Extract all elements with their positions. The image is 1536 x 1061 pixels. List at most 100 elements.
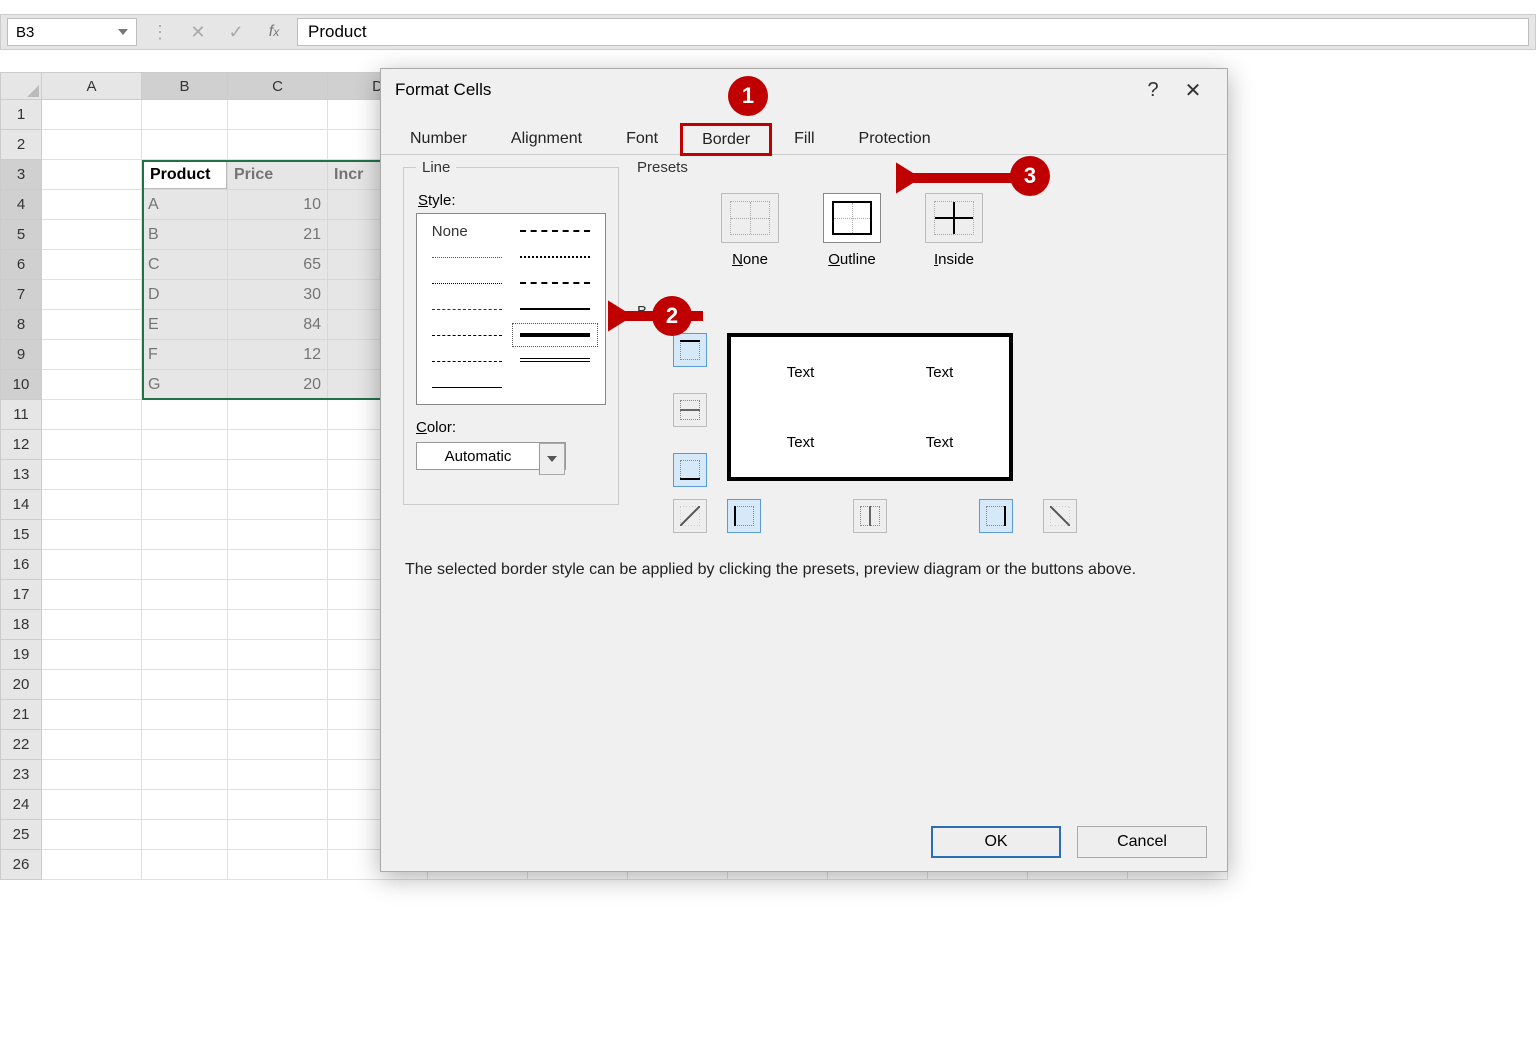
border-preview[interactable]: Text Text Text Text bbox=[727, 333, 1013, 481]
cell[interactable] bbox=[228, 790, 328, 820]
row-header[interactable]: 11 bbox=[0, 400, 42, 430]
line-style-list[interactable]: None bbox=[416, 213, 606, 405]
accept-formula-icon[interactable]: ✓ bbox=[221, 18, 251, 46]
line-style-slant[interactable] bbox=[511, 244, 599, 270]
tab-number[interactable]: Number bbox=[389, 123, 488, 154]
cell[interactable] bbox=[42, 460, 142, 490]
cell[interactable]: 12 bbox=[228, 340, 328, 370]
row-header[interactable]: 18 bbox=[0, 610, 42, 640]
border-diag-down-button[interactable] bbox=[1043, 499, 1077, 533]
line-style-dot[interactable] bbox=[423, 270, 511, 296]
row-header[interactable]: 21 bbox=[0, 700, 42, 730]
cell[interactable] bbox=[228, 100, 328, 130]
cell[interactable] bbox=[228, 550, 328, 580]
column-header-C[interactable]: C bbox=[228, 72, 328, 100]
help-icon[interactable]: ? bbox=[1133, 70, 1173, 110]
row-header[interactable]: 17 bbox=[0, 580, 42, 610]
cell[interactable] bbox=[142, 130, 228, 160]
cell[interactable] bbox=[42, 340, 142, 370]
border-left-button[interactable] bbox=[727, 499, 761, 533]
border-bottom-button[interactable] bbox=[673, 453, 707, 487]
row-header[interactable]: 2 bbox=[0, 130, 42, 160]
row-header[interactable]: 13 bbox=[0, 460, 42, 490]
cell[interactable] bbox=[42, 700, 142, 730]
row-header[interactable]: 6 bbox=[0, 250, 42, 280]
cell[interactable]: C bbox=[142, 250, 228, 280]
border-right-button[interactable] bbox=[979, 499, 1013, 533]
fx-icon[interactable]: fx bbox=[259, 18, 289, 46]
row-header[interactable]: 22 bbox=[0, 730, 42, 760]
preset-outline[interactable]: Outline bbox=[823, 193, 881, 268]
row-header[interactable]: 1 bbox=[0, 100, 42, 130]
cell[interactable] bbox=[142, 580, 228, 610]
chevron-down-icon[interactable] bbox=[539, 443, 565, 475]
expand-icon[interactable]: ⋮ bbox=[145, 18, 175, 46]
line-style-meddash[interactable] bbox=[511, 270, 599, 296]
cell[interactable] bbox=[228, 700, 328, 730]
cell[interactable] bbox=[42, 670, 142, 700]
cell[interactable] bbox=[228, 730, 328, 760]
cell[interactable]: 20 bbox=[228, 370, 328, 400]
cell[interactable] bbox=[42, 580, 142, 610]
tab-font[interactable]: Font bbox=[605, 123, 679, 154]
cell[interactable] bbox=[142, 400, 228, 430]
line-style-medium[interactable] bbox=[511, 296, 599, 322]
column-header-A[interactable]: A bbox=[42, 72, 142, 100]
row-header[interactable]: 10 bbox=[0, 370, 42, 400]
line-style-thin[interactable] bbox=[423, 374, 511, 400]
cell[interactable] bbox=[142, 700, 228, 730]
row-header[interactable]: 7 bbox=[0, 280, 42, 310]
cell[interactable] bbox=[42, 430, 142, 460]
row-header[interactable]: 24 bbox=[0, 790, 42, 820]
cell[interactable] bbox=[228, 520, 328, 550]
row-header[interactable]: 4 bbox=[0, 190, 42, 220]
cell[interactable] bbox=[42, 550, 142, 580]
cell[interactable] bbox=[42, 640, 142, 670]
formula-input[interactable]: Product bbox=[297, 18, 1529, 46]
cell[interactable] bbox=[142, 640, 228, 670]
cell[interactable] bbox=[228, 430, 328, 460]
cell[interactable] bbox=[142, 670, 228, 700]
line-style-dash[interactable] bbox=[423, 348, 511, 374]
row-header[interactable]: 8 bbox=[0, 310, 42, 340]
column-header-B[interactable]: B bbox=[142, 72, 228, 100]
cell[interactable] bbox=[142, 610, 228, 640]
cell[interactable] bbox=[42, 760, 142, 790]
cell[interactable] bbox=[42, 850, 142, 880]
tab-border[interactable]: Border bbox=[681, 124, 771, 155]
border-color-dropdown[interactable]: Automatic bbox=[416, 442, 566, 470]
cell[interactable] bbox=[42, 820, 142, 850]
cell[interactable]: D bbox=[142, 280, 228, 310]
cell[interactable]: 30 bbox=[228, 280, 328, 310]
cancel-button[interactable]: Cancel bbox=[1077, 826, 1207, 858]
cell[interactable] bbox=[228, 400, 328, 430]
name-box-dropdown-icon[interactable] bbox=[118, 29, 128, 35]
cell[interactable] bbox=[142, 100, 228, 130]
row-header[interactable]: 14 bbox=[0, 490, 42, 520]
row-header[interactable]: 3 bbox=[0, 160, 42, 190]
cell[interactable] bbox=[42, 790, 142, 820]
row-header[interactable]: 25 bbox=[0, 820, 42, 850]
cell[interactable] bbox=[142, 820, 228, 850]
cell[interactable]: 65 bbox=[228, 250, 328, 280]
cell[interactable] bbox=[142, 460, 228, 490]
cell[interactable] bbox=[42, 100, 142, 130]
row-header[interactable]: 23 bbox=[0, 760, 42, 790]
cell[interactable]: F bbox=[142, 340, 228, 370]
cell[interactable] bbox=[142, 850, 228, 880]
row-header[interactable]: 20 bbox=[0, 670, 42, 700]
border-hmiddle-button[interactable] bbox=[673, 393, 707, 427]
cell[interactable]: A bbox=[142, 190, 228, 220]
tab-fill[interactable]: Fill bbox=[773, 123, 835, 154]
ok-button[interactable]: OK bbox=[931, 826, 1061, 858]
cell[interactable]: Price bbox=[228, 160, 328, 190]
line-style-double[interactable] bbox=[511, 348, 599, 374]
cancel-formula-icon[interactable]: ✕ bbox=[183, 18, 213, 46]
line-style-hair[interactable] bbox=[423, 244, 511, 270]
line-style-dashdot[interactable] bbox=[423, 322, 511, 348]
cell[interactable] bbox=[42, 280, 142, 310]
cell[interactable] bbox=[42, 370, 142, 400]
cell[interactable]: 21 bbox=[228, 220, 328, 250]
cell[interactable]: 10 bbox=[228, 190, 328, 220]
cell[interactable] bbox=[42, 400, 142, 430]
